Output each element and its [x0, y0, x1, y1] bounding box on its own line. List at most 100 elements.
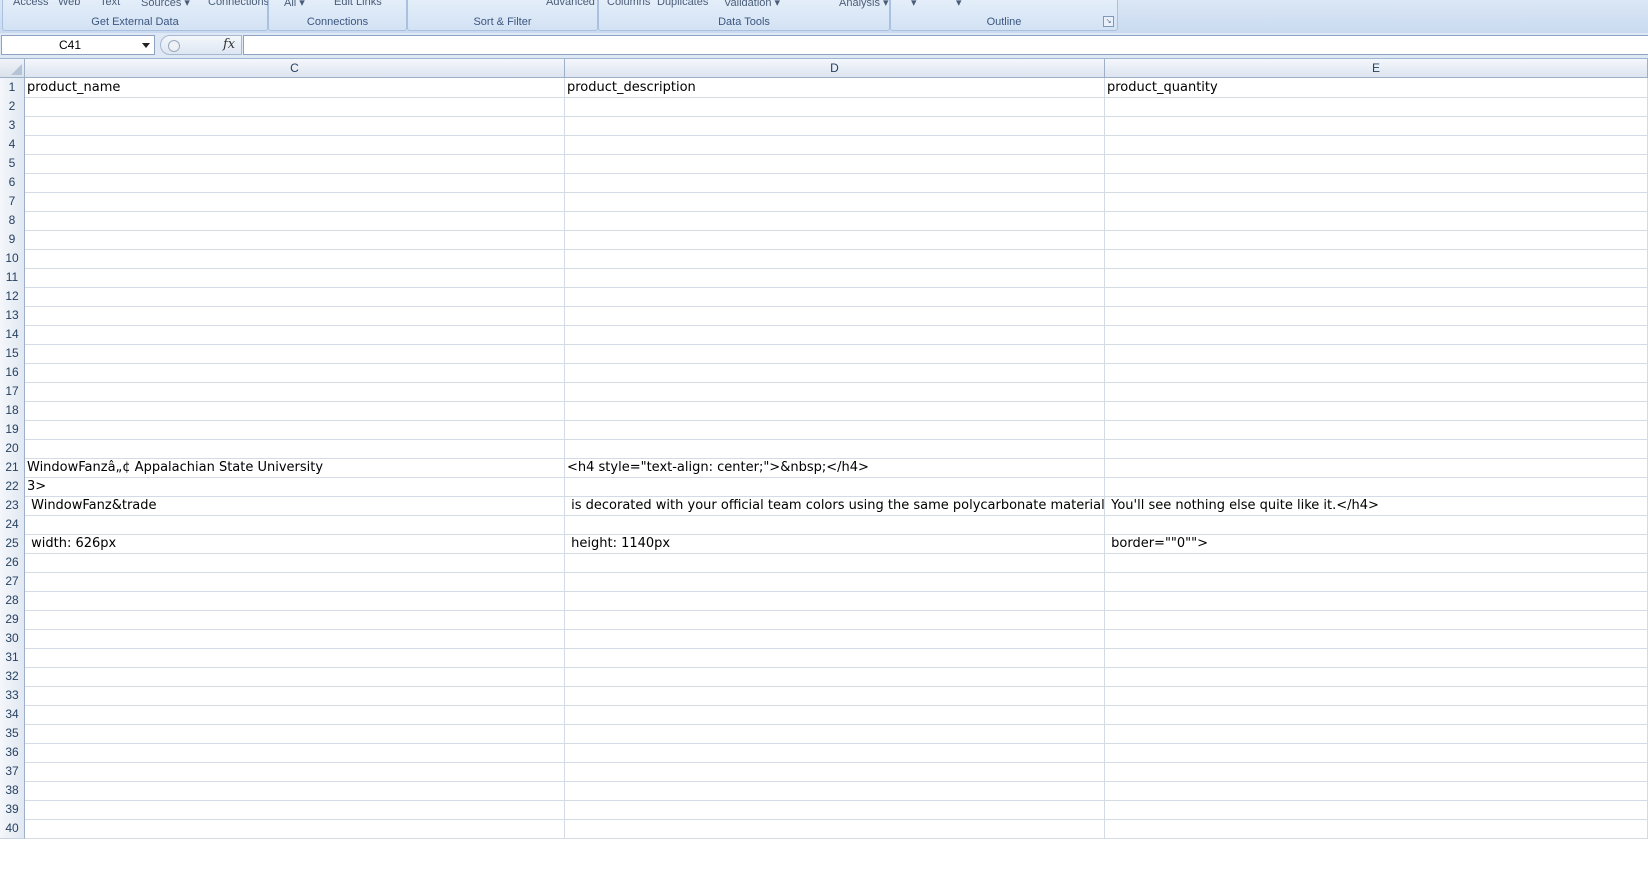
row-header-23[interactable]: 23	[0, 496, 25, 516]
cell-c27[interactable]	[25, 572, 565, 592]
remove-duplicates-button[interactable]: Duplicates	[657, 0, 708, 8]
cell-e17[interactable]	[1105, 382, 1648, 402]
cell-e32[interactable]	[1105, 667, 1648, 687]
data-validation-button[interactable]: Validation ▾	[724, 0, 780, 9]
cell-c2[interactable]	[25, 97, 565, 117]
insert-function-icon[interactable]: fx	[223, 37, 235, 52]
existing-connections-button[interactable]: Connections	[208, 0, 269, 8]
cell-e15[interactable]	[1105, 344, 1648, 364]
from-other-sources-button[interactable]: Sources ▾	[141, 0, 190, 9]
cell-e29[interactable]	[1105, 610, 1648, 630]
cell-d38[interactable]	[565, 781, 1105, 801]
cell-d16[interactable]	[565, 363, 1105, 383]
cell-d39[interactable]	[565, 800, 1105, 820]
column-header-e[interactable]: E	[1105, 59, 1648, 78]
row-header-15[interactable]: 15	[0, 344, 25, 364]
row-header-33[interactable]: 33	[0, 686, 25, 706]
cell-c23[interactable]: WindowFanz&trade	[25, 496, 565, 516]
cell-e8[interactable]	[1105, 211, 1648, 231]
cell-c18[interactable]	[25, 401, 565, 421]
cell-c36[interactable]	[25, 743, 565, 763]
cell-e28[interactable]	[1105, 591, 1648, 611]
column-header-c[interactable]: C	[25, 59, 565, 78]
advanced-filter-button[interactable]: Advanced	[546, 0, 595, 8]
row-header-11[interactable]: 11	[0, 268, 25, 288]
cell-e33[interactable]	[1105, 686, 1648, 706]
cell-e36[interactable]	[1105, 743, 1648, 763]
cell-e5[interactable]	[1105, 154, 1648, 174]
cell-c34[interactable]	[25, 705, 565, 725]
cell-c32[interactable]	[25, 667, 565, 687]
cell-d37[interactable]	[565, 762, 1105, 782]
cell-d32[interactable]	[565, 667, 1105, 687]
row-header-8[interactable]: 8	[0, 211, 25, 231]
cell-e19[interactable]	[1105, 420, 1648, 440]
cell-d5[interactable]	[565, 154, 1105, 174]
cell-c29[interactable]	[25, 610, 565, 630]
cell-e26[interactable]	[1105, 553, 1648, 573]
row-header-22[interactable]: 22	[0, 477, 25, 497]
cell-d1[interactable]: product_description	[565, 78, 1105, 98]
cell-d19[interactable]	[565, 420, 1105, 440]
cell-d29[interactable]	[565, 610, 1105, 630]
row-header-25[interactable]: 25	[0, 534, 25, 554]
select-all-button[interactable]	[0, 59, 25, 78]
cell-c19[interactable]	[25, 420, 565, 440]
row-header-36[interactable]: 36	[0, 743, 25, 763]
row-header-38[interactable]: 38	[0, 781, 25, 801]
cell-d22[interactable]	[565, 477, 1105, 497]
cell-c3[interactable]	[25, 116, 565, 136]
cell-e10[interactable]	[1105, 249, 1648, 269]
cell-d2[interactable]	[565, 97, 1105, 117]
row-header-3[interactable]: 3	[0, 116, 25, 136]
cell-c20[interactable]	[25, 439, 565, 459]
cell-c16[interactable]	[25, 363, 565, 383]
cell-d31[interactable]	[565, 648, 1105, 668]
cell-e27[interactable]	[1105, 572, 1648, 592]
row-header-34[interactable]: 34	[0, 705, 25, 725]
row-header-1[interactable]: 1	[0, 78, 25, 98]
row-header-16[interactable]: 16	[0, 363, 25, 383]
edit-links-button[interactable]: Edit Links	[334, 0, 382, 8]
row-header-7[interactable]: 7	[0, 192, 25, 212]
cell-c9[interactable]	[25, 230, 565, 250]
refresh-all-button[interactable]: All ▾	[284, 0, 305, 9]
cell-e35[interactable]	[1105, 724, 1648, 744]
row-header-21[interactable]: 21	[0, 458, 25, 478]
cell-d28[interactable]	[565, 591, 1105, 611]
column-header-d[interactable]: D	[565, 59, 1105, 78]
cell-e11[interactable]	[1105, 268, 1648, 288]
cell-e12[interactable]	[1105, 287, 1648, 307]
row-header-37[interactable]: 37	[0, 762, 25, 782]
row-header-30[interactable]: 30	[0, 629, 25, 649]
text-to-columns-button[interactable]: Columns	[607, 0, 650, 8]
cell-c8[interactable]	[25, 211, 565, 231]
cell-e18[interactable]	[1105, 401, 1648, 421]
cell-d4[interactable]	[565, 135, 1105, 155]
cell-d27[interactable]	[565, 572, 1105, 592]
cell-c6[interactable]	[25, 173, 565, 193]
cell-d3[interactable]	[565, 116, 1105, 136]
cell-c10[interactable]	[25, 249, 565, 269]
cell-c11[interactable]	[25, 268, 565, 288]
cell-c31[interactable]	[25, 648, 565, 668]
row-header-32[interactable]: 32	[0, 667, 25, 687]
row-header-18[interactable]: 18	[0, 401, 25, 421]
row-header-10[interactable]: 10	[0, 249, 25, 269]
cell-c7[interactable]	[25, 192, 565, 212]
cell-e2[interactable]	[1105, 97, 1648, 117]
cell-e24[interactable]	[1105, 515, 1648, 535]
cell-e4[interactable]	[1105, 135, 1648, 155]
row-header-24[interactable]: 24	[0, 515, 25, 535]
cell-c14[interactable]	[25, 325, 565, 345]
cell-c22[interactable]: 3>	[25, 477, 565, 497]
cell-e25[interactable]: border=""0"">	[1105, 534, 1648, 554]
row-header-6[interactable]: 6	[0, 173, 25, 193]
row-header-4[interactable]: 4	[0, 135, 25, 155]
row-header-28[interactable]: 28	[0, 591, 25, 611]
cell-e34[interactable]	[1105, 705, 1648, 725]
cell-e37[interactable]	[1105, 762, 1648, 782]
cell-d30[interactable]	[565, 629, 1105, 649]
cell-e21[interactable]	[1105, 458, 1648, 478]
cell-c35[interactable]	[25, 724, 565, 744]
